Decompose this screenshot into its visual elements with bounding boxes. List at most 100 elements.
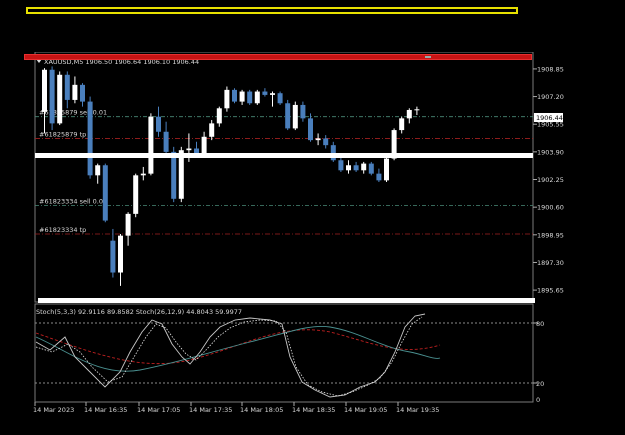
candle: [87, 96, 93, 179]
chart-window[interactable]: #61825879 sell 0.01 #61825879 tp #61823334…: [30, 52, 565, 417]
highlight-bar-red: [24, 54, 532, 60]
candle-body: [194, 148, 199, 154]
candle: [285, 99, 291, 131]
candle: [201, 131, 207, 156]
level-20-label: 20: [536, 380, 544, 388]
candle: [346, 160, 351, 174]
candle-body: [292, 104, 298, 129]
time-tick-label: 14 Mar 19:35: [396, 406, 439, 414]
candle: [270, 91, 275, 107]
candle-body: [110, 240, 116, 273]
candle-body: [399, 118, 405, 131]
candle: [330, 141, 336, 162]
candle: [110, 228, 116, 278]
candle-body: [300, 104, 306, 119]
candle: [323, 135, 329, 149]
candle: [300, 101, 306, 122]
time-tick-label: 14 Mar 19:05: [344, 406, 387, 414]
candle-body: [346, 165, 351, 171]
candle-body: [368, 163, 374, 174]
candle-body: [118, 235, 123, 273]
candle: [118, 233, 123, 286]
highlight-bar-yellow: [26, 7, 518, 14]
price-tick-label: 1907.20: [537, 93, 564, 101]
candle-body: [315, 138, 321, 141]
candle-body: [353, 165, 359, 171]
candle-body: [49, 69, 55, 124]
candle-body: [102, 165, 108, 221]
candle-body: [262, 91, 268, 95]
candle-body: [87, 101, 93, 176]
level-80-label: 80: [536, 320, 544, 328]
candle: [140, 166, 146, 181]
separator-bar-bottom: [38, 298, 535, 303]
candle-body: [72, 84, 78, 100]
candle: [102, 163, 108, 223]
candle-body: [406, 109, 412, 119]
time-tick-label: 14 Mar 18:35: [292, 406, 335, 414]
candle-body: [201, 136, 207, 154]
stoch-slow-main-line: [35, 325, 441, 372]
candle: [315, 133, 321, 146]
candle-body: [232, 89, 237, 102]
candle-body: [140, 173, 146, 176]
price-tick-label: 1900.60: [537, 204, 564, 212]
candle-body: [216, 108, 222, 124]
candle: [216, 106, 222, 127]
time-tick-label: 14 Mar 2023: [33, 406, 74, 414]
candle: [353, 161, 359, 172]
time-tick-label: 14 Mar 18:05: [240, 406, 283, 414]
candle-body: [95, 165, 101, 176]
current-price-label: 1906.44: [536, 114, 563, 122]
candle-body: [57, 74, 63, 124]
candle-body: [247, 91, 253, 104]
stochastic-label: Stoch(5,3,3) 92.9116 89.8582 Stoch(26,12…: [36, 308, 242, 316]
candle-body: [80, 84, 85, 102]
candle-body: [125, 213, 131, 236]
candle-body: [171, 151, 177, 199]
candle: [384, 155, 389, 183]
candle-body: [384, 158, 389, 181]
candle: [72, 76, 78, 104]
candle-body: [414, 109, 420, 111]
candle-body: [64, 74, 70, 100]
candle: [361, 161, 367, 174]
candle-body: [338, 160, 344, 171]
candle: [95, 163, 101, 184]
candle: [262, 88, 268, 97]
candle: [376, 168, 382, 183]
candle: [80, 83, 85, 107]
candle-body: [376, 173, 382, 181]
candle-body: [156, 116, 161, 132]
price-tick-label: 1908.85: [537, 65, 564, 73]
candle: [209, 120, 215, 141]
main-pane-frame: [34, 52, 534, 303]
level-0-label: 0: [536, 396, 540, 404]
candle: [308, 113, 313, 142]
candle: [406, 108, 412, 124]
indicator-pane-frame: [34, 303, 534, 403]
candle-body: [224, 89, 230, 109]
price-tick-label: 1897.30: [537, 259, 564, 267]
candle: [148, 113, 154, 176]
stoch-fast-signal-line: [35, 316, 423, 397]
price-tick-label: 1898.95: [537, 231, 564, 239]
candle: [133, 173, 139, 218]
candle-body: [133, 175, 139, 214]
time-tick-label: 14 Mar 17:35: [189, 406, 232, 414]
candle: [414, 106, 420, 115]
candle: [239, 89, 245, 105]
candle-body: [186, 148, 192, 151]
candle-body: [361, 163, 367, 171]
time-tick-label: 14 Mar 17:05: [137, 406, 180, 414]
candle: [42, 68, 47, 134]
candle: [368, 161, 374, 176]
price-tick-label: 1903.90: [537, 148, 564, 156]
candle: [163, 121, 169, 156]
separator-bar: [35, 153, 533, 158]
stoch-slow-signal-line: [35, 329, 441, 365]
order-line-label: #61823334 tp: [39, 226, 86, 234]
candle: [399, 116, 405, 134]
candle: [232, 88, 237, 104]
chart-canvas[interactable]: #61825879 sell 0.01 #61825879 tp #61823334…: [30, 52, 565, 417]
